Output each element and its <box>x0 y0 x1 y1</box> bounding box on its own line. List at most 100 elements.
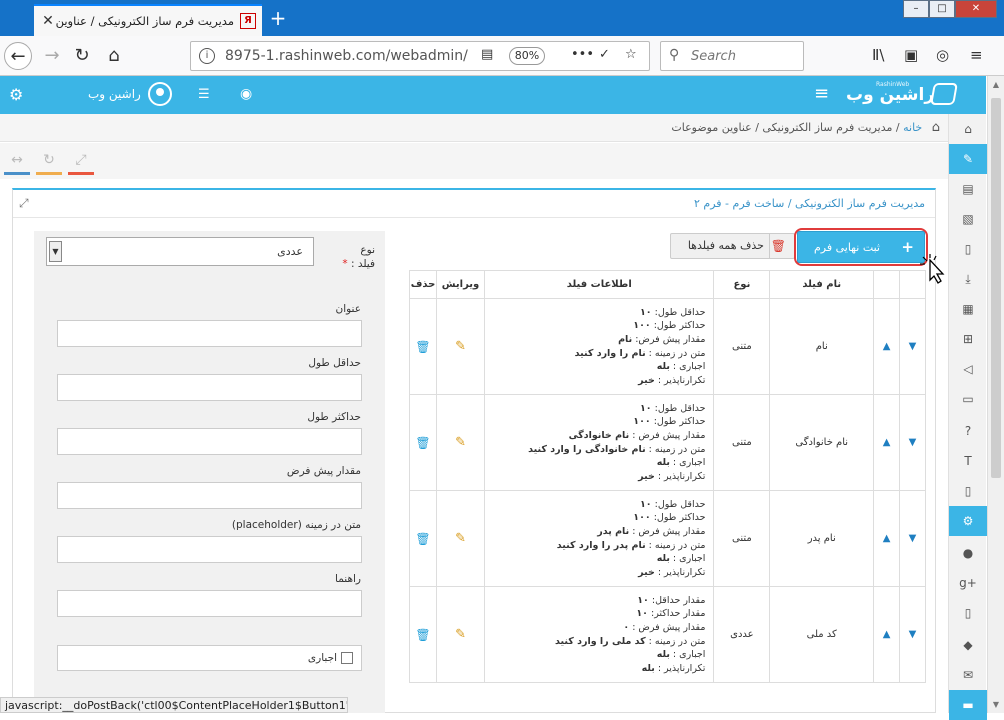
menu-icon[interactable]: ≡ <box>970 46 983 64</box>
sidebar-item-mobile[interactable]: ▯ <box>949 598 987 628</box>
delete-all-fields-button[interactable]: 🗑︎ حذف همه فیلدها <box>670 233 795 259</box>
minimize-button[interactable]: – <box>903 0 929 18</box>
edit-cell[interactable]: ✎ <box>436 490 485 587</box>
title-input[interactable] <box>57 320 362 347</box>
required-checkbox[interactable] <box>341 652 353 664</box>
move-up-icon[interactable]: ▲ <box>883 341 891 352</box>
move-down-cell[interactable]: ▼ <box>899 394 926 491</box>
edit-cell[interactable]: ✎ <box>436 298 485 395</box>
sidebar-item-home[interactable]: ⌂ <box>949 114 987 144</box>
edit-cell[interactable]: ✎ <box>436 586 485 683</box>
delete-cell[interactable]: 🗑︎ <box>408 394 438 491</box>
collapse-icon[interactable]: ↔ <box>4 149 30 175</box>
move-down-cell[interactable]: ▼ <box>899 586 926 683</box>
move-up-cell[interactable]: ▲ <box>873 586 901 683</box>
edit-pencil-icon[interactable]: ✎ <box>455 339 466 354</box>
window-close-button[interactable]: ✕ <box>955 0 997 18</box>
forward-button[interactable]: → <box>38 42 66 70</box>
reader-view-icon[interactable]: ▤ <box>481 47 493 62</box>
fullscreen-icon[interactable]: ⤢ <box>68 149 94 175</box>
delete-trash-icon[interactable]: 🗑︎ <box>415 532 430 546</box>
maximize-button[interactable]: □ <box>929 0 955 18</box>
delete-cell[interactable]: 🗑︎ <box>408 298 438 395</box>
move-down-icon[interactable]: ▼ <box>909 533 917 544</box>
globe-icon[interactable]: ◎ <box>936 46 949 64</box>
sidebar-item-mail[interactable]: ✉ <box>949 660 987 690</box>
move-up-cell[interactable]: ▲ <box>873 394 901 491</box>
avatar[interactable] <box>148 82 172 106</box>
refresh-icon[interactable]: ↻ <box>36 149 62 175</box>
move-down-cell[interactable]: ▼ <box>899 298 926 395</box>
sidebar-item-download[interactable]: ⤓ <box>949 264 987 294</box>
move-down-icon[interactable]: ▼ <box>909 437 917 448</box>
browser-tab[interactable]: Я مدیریت فرم ساز الکترونیکی / عناوین ✕ <box>34 4 262 36</box>
scrollbar-thumb[interactable] <box>991 98 1001 478</box>
website-globe-icon[interactable]: ◉ <box>240 86 252 102</box>
edit-pencil-icon[interactable]: ✎ <box>455 435 466 450</box>
delete-trash-icon[interactable]: 🗑︎ <box>415 628 430 642</box>
edit-cell[interactable]: ✎ <box>436 394 485 491</box>
sidebar-item-document[interactable]: ▯ <box>949 476 987 506</box>
home-icon[interactable]: ⌂ <box>932 120 940 135</box>
move-up-cell[interactable]: ▲ <box>873 298 901 395</box>
messages-icon[interactable]: ☰ <box>198 87 210 102</box>
move-up-icon[interactable]: ▲ <box>883 533 891 544</box>
move-down-icon[interactable]: ▼ <box>909 341 917 352</box>
hamburger-menu-icon[interactable]: ≡ <box>814 83 829 104</box>
delete-trash-icon[interactable]: 🗑︎ <box>415 436 430 450</box>
breadcrumb-item-form-builder[interactable]: مدیریت فرم ساز الکترونیکی <box>762 121 892 134</box>
library-icon[interactable]: Ⅱ\ <box>872 46 884 64</box>
delete-trash-icon[interactable]: 🗑︎ <box>415 340 430 354</box>
field-type-select[interactable]: عددی ▼ <box>46 237 314 266</box>
page-actions-icon[interactable]: ••• <box>571 47 594 62</box>
sidebar-item-google-plus[interactable]: g+ <box>949 568 987 598</box>
zoom-level[interactable]: 80% <box>509 47 545 65</box>
breadcrumb-home[interactable]: خانه <box>903 121 922 134</box>
search-bar[interactable]: ⚲ <box>660 41 804 71</box>
placeholder-input[interactable] <box>57 536 362 563</box>
move-up-cell[interactable]: ▲ <box>873 490 901 587</box>
chevron-down-icon[interactable]: ▼ <box>49 241 62 262</box>
sidebar-item-pages[interactable]: ▯ <box>949 234 987 264</box>
user-name[interactable]: راشین وب <box>88 87 141 101</box>
settings-gear-icon[interactable]: ⚙ <box>9 85 23 104</box>
move-up-icon[interactable]: ▲ <box>883 629 891 640</box>
edit-pencil-icon[interactable]: ✎ <box>455 531 466 546</box>
scroll-up-icon[interactable]: ▲ <box>988 80 1004 89</box>
move-down-icon[interactable]: ▼ <box>909 629 917 640</box>
tab-close-icon[interactable]: ✕ <box>40 13 56 29</box>
sidebar-item-text[interactable]: T <box>949 446 987 476</box>
delete-cell[interactable]: 🗑︎ <box>408 490 438 587</box>
bookmark-star-icon[interactable]: ☆ <box>625 47 637 62</box>
hint-input[interactable] <box>57 590 362 617</box>
scroll-down-icon[interactable]: ▼ <box>988 700 1004 709</box>
delete-cell[interactable]: 🗑︎ <box>408 586 438 683</box>
new-tab-button[interactable]: + <box>266 6 290 30</box>
page-scrollbar[interactable]: ▲ ▼ <box>987 76 1004 713</box>
pocket-icon[interactable]: ✓ <box>599 47 610 62</box>
sidebar-item-shop[interactable]: ⊞ <box>949 324 987 354</box>
required-checkbox-row[interactable]: اجباری <box>57 645 362 671</box>
min-length-input[interactable] <box>57 374 362 401</box>
home-button[interactable]: ⌂ <box>100 42 128 70</box>
sidebar-item-monitor[interactable]: ▭ <box>949 384 987 414</box>
sidebar-item-comments[interactable]: ◆ <box>949 630 987 660</box>
expand-icon[interactable]: ⤢ <box>19 196 29 211</box>
sidebar-item-forms[interactable]: ⚙ <box>949 506 987 536</box>
site-info-icon[interactable]: i <box>199 48 215 64</box>
sidebar-item-folder[interactable]: ▬ <box>949 690 987 720</box>
sidebar-item-news[interactable]: ▤ <box>949 174 987 204</box>
move-up-icon[interactable]: ▲ <box>883 437 891 448</box>
sidebar-item-user[interactable]: ● <box>949 538 987 568</box>
url-bar[interactable]: i 8975-1.rashinweb.com/webadmin/ ▤ 80% •… <box>190 41 650 71</box>
default-value-input[interactable] <box>57 482 362 509</box>
sidebar-item-video[interactable]: ▦ <box>949 294 987 324</box>
sidebar-item-audio[interactable]: ◁ <box>949 354 987 384</box>
sidebar-item-edit[interactable]: ✎ <box>949 144 987 174</box>
max-length-input[interactable] <box>57 428 362 455</box>
back-button[interactable]: ← <box>4 42 32 70</box>
reload-button[interactable]: ↻ <box>68 42 96 70</box>
sidebar-item-faq[interactable]: ? <box>949 416 987 446</box>
sidebar-item-gallery[interactable]: ▧ <box>949 204 987 234</box>
edit-pencil-icon[interactable]: ✎ <box>455 627 466 642</box>
